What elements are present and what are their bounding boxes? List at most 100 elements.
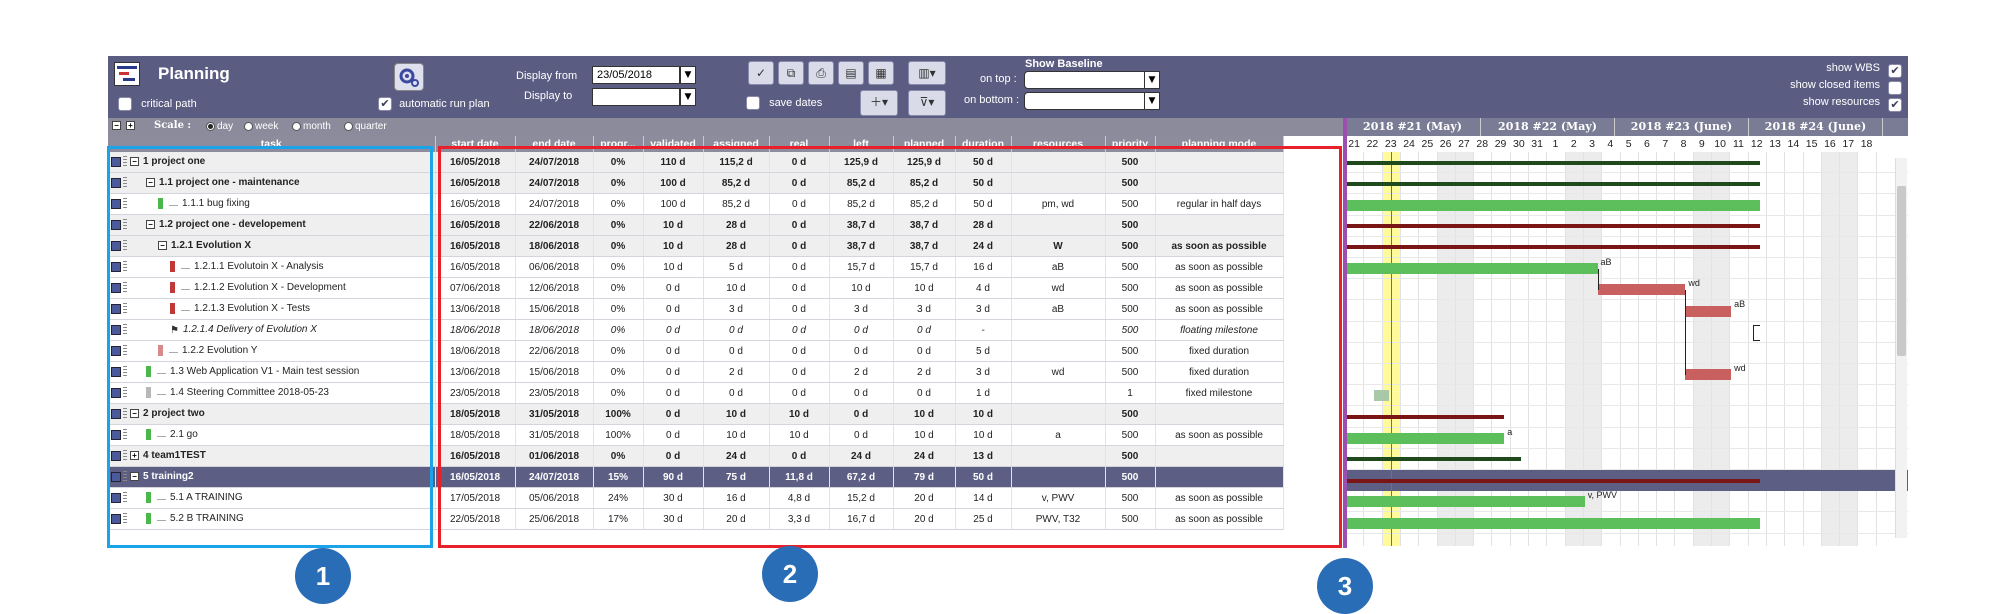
today-line: [1390, 152, 1392, 546]
pdf-icon[interactable]: ▤: [838, 61, 864, 85]
display-to-label: Display to: [524, 90, 573, 102]
day-label: 21: [1348, 138, 1360, 150]
day-label: 29: [1494, 138, 1507, 150]
run-plan-button[interactable]: [394, 63, 424, 91]
scale-label: Scale :: [154, 120, 192, 131]
expand-all-icon[interactable]: +: [126, 121, 135, 130]
copy-icon[interactable]: ⧉: [778, 61, 804, 85]
bar-resource-label: wd: [1734, 363, 1746, 373]
day-label: 2: [1570, 138, 1577, 150]
scale-day-option[interactable]: day: [206, 121, 233, 132]
bar-resource-label: aB: [1600, 257, 1612, 267]
summary-bar[interactable]: [1345, 181, 1761, 186]
summary-bar[interactable]: [1345, 415, 1505, 419]
scale-quarter-radio[interactable]: [344, 121, 353, 131]
gantt-scrollbar[interactable]: [1895, 158, 1907, 538]
day-label: 15: [1805, 138, 1818, 150]
auto-run-option[interactable]: ✔ automatic run plan: [378, 97, 490, 111]
scale-month-radio[interactable]: [292, 121, 301, 131]
show-closed-label: show closed items: [1790, 79, 1880, 91]
gantt-row-line: [1345, 193, 1908, 195]
scale-day-radio[interactable]: [206, 121, 215, 131]
add-item-icon[interactable]: ＋▾: [860, 90, 898, 116]
show-wbs-label: show WBS: [1826, 62, 1880, 74]
week-22: 2018 #22 (May): [1481, 118, 1615, 136]
validate-plan-icon[interactable]: ✓: [748, 61, 774, 85]
week-23: 2018 #23 (June): [1615, 118, 1749, 136]
scale-quarter-option[interactable]: quarter: [344, 121, 387, 132]
day-label: 28: [1476, 138, 1489, 150]
dependency-link: [1685, 289, 1687, 311]
display-from-dropdown[interactable]: ▼: [680, 66, 696, 84]
task-bar[interactable]: [1374, 390, 1389, 402]
summary-bar[interactable]: [1345, 224, 1761, 229]
summary-bar[interactable]: [1345, 160, 1761, 165]
scale-month-option[interactable]: month: [292, 121, 331, 132]
day-label: 8: [1680, 138, 1687, 150]
bar-resource-label: wd: [1688, 278, 1700, 289]
day-label: 30: [1512, 138, 1525, 150]
day-label: 16: [1824, 138, 1836, 150]
annotation-box-data-columns: [438, 146, 1342, 548]
display-from-label: Display from: [516, 70, 578, 82]
columns-menu-icon[interactable]: ▥▾: [908, 61, 946, 85]
day-label: 17: [1842, 138, 1855, 150]
auto-run-checkbox[interactable]: ✔: [378, 97, 392, 111]
scale-week-option[interactable]: week: [244, 121, 278, 132]
task-bar[interactable]: [1345, 496, 1585, 508]
baseline-top-dropdown[interactable]: ▼: [1144, 71, 1160, 89]
scale-week-radio[interactable]: [244, 121, 253, 131]
critical-path-option[interactable]: critical path: [118, 97, 197, 111]
annotation-marker-3: 3: [1317, 558, 1373, 614]
gantt-chart[interactable]: aB wd aB wd a v, PWV: [1345, 152, 1908, 546]
task-bar[interactable]: [1685, 369, 1732, 381]
gantt-row-line: [1345, 426, 1908, 428]
summary-bar[interactable]: [1345, 245, 1761, 250]
save-dates-option[interactable]: save dates: [746, 96, 822, 110]
summary-bar[interactable]: [1345, 478, 1761, 483]
task-bar[interactable]: [1345, 517, 1761, 529]
gear-icon: [399, 68, 419, 87]
gantt-row-line: [1345, 320, 1908, 322]
display-to-dropdown[interactable]: ▼: [680, 88, 696, 106]
day-label: 4: [1607, 138, 1614, 150]
task-bar[interactable]: [1345, 432, 1505, 444]
show-resources-label: show resources: [1802, 96, 1880, 108]
bar-resource-label: v, PWV: [1587, 490, 1618, 501]
task-bar[interactable]: [1597, 284, 1686, 296]
baseline-top-select[interactable]: [1024, 71, 1152, 89]
day-label: 14: [1787, 138, 1800, 150]
scrollbar-thumb[interactable]: [1897, 186, 1906, 356]
gantt-row-line: [1345, 299, 1908, 301]
auto-run-label: automatic run plan: [399, 97, 490, 110]
critical-path-checkbox[interactable]: [118, 97, 132, 111]
day-label: 5: [1625, 138, 1632, 150]
gantt-row-line: [1345, 363, 1908, 364]
summary-bar[interactable]: [1345, 457, 1521, 462]
planning-icon: [114, 62, 140, 86]
task-bar[interactable]: [1345, 263, 1598, 275]
baseline-bottom-select[interactable]: [1024, 92, 1152, 110]
display-from-input[interactable]: 23/05/2018: [592, 66, 680, 84]
save-dates-label: save dates: [769, 96, 823, 109]
day-label: 26: [1439, 138, 1452, 150]
project-export-icon[interactable]: ▦: [868, 61, 894, 85]
on-bottom-label: on bottom :: [964, 94, 1020, 106]
task-bar[interactable]: [1685, 305, 1732, 317]
collapse-all-icon[interactable]: −: [112, 121, 121, 130]
planning-toolbar: Planning critical path ✔ automatic run p…: [108, 56, 1908, 118]
show-resources-checkbox[interactable]: ✔: [1888, 94, 1902, 113]
day-label: 9: [1698, 138, 1705, 150]
gantt-row-line: [1345, 511, 1908, 513]
print-icon[interactable]: ⎙: [808, 61, 834, 85]
filter-icon[interactable]: ⊽▾: [908, 90, 946, 116]
task-bar[interactable]: [1345, 199, 1761, 211]
display-to-input[interactable]: [592, 88, 680, 106]
baseline-bottom-dropdown[interactable]: ▼: [1144, 92, 1160, 110]
save-dates-checkbox[interactable]: [746, 96, 760, 110]
day-label: 10: [1714, 138, 1726, 150]
week-21: 2018 #21 (May): [1345, 118, 1481, 136]
day-label: 18: [1860, 138, 1873, 150]
day-label: 12: [1750, 138, 1763, 150]
gantt-row-line: [1345, 214, 1908, 216]
